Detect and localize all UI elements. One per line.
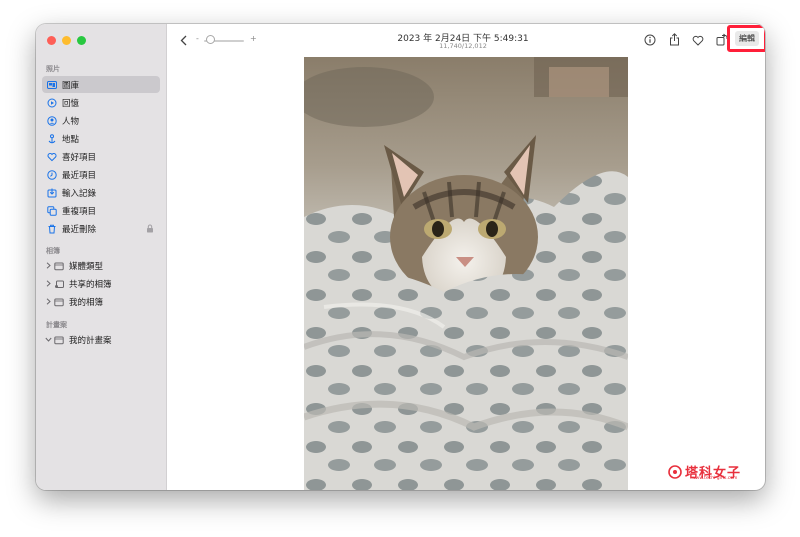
sidebar-item-recents[interactable]: 最近項目 bbox=[42, 166, 160, 183]
sidebar-item-media-types[interactable]: 媒體類型 bbox=[42, 257, 160, 274]
sidebar-item-library[interactable]: 圖庫 bbox=[42, 76, 160, 93]
chevron-right-icon[interactable] bbox=[44, 261, 52, 271]
sidebar-item-recently-deleted[interactable]: 最近刪除 bbox=[42, 220, 160, 237]
people-icon bbox=[47, 115, 57, 126]
folder-icon bbox=[54, 297, 64, 307]
sidebar-item-label: 我的相簿 bbox=[69, 297, 104, 308]
sidebar-item-shared-albums[interactable]: 共享的相簿 bbox=[42, 275, 160, 292]
photos-window: 照片 圖庫 回憶 人物 地點 喜好項目 最近項目 輸入記錄 重複項目 最近刪除 … bbox=[36, 24, 765, 490]
library-icon bbox=[47, 80, 57, 90]
info-icon bbox=[644, 34, 656, 46]
sidebar-item-label: 重複項目 bbox=[62, 206, 97, 217]
watermark-url: www.techi-girls.com bbox=[692, 476, 738, 481]
heart-icon bbox=[47, 152, 57, 162]
sidebar-item-label: 共享的相簿 bbox=[69, 279, 112, 290]
toolbar: - + 2023 年 2月24日 下午 5:49:31 11,740/12,01… bbox=[167, 24, 765, 56]
folder-icon bbox=[54, 261, 64, 271]
sidebar-item-label: 回憶 bbox=[62, 98, 80, 109]
edit-button-label[interactable]: 編輯 bbox=[735, 31, 759, 46]
section-label-photos: 照片 bbox=[46, 65, 60, 73]
sidebar: 照片 圖庫 回憶 人物 地點 喜好項目 最近項目 輸入記錄 重複項目 最近刪除 … bbox=[36, 24, 167, 490]
duplicates-icon bbox=[47, 205, 57, 216]
info-button[interactable] bbox=[644, 34, 656, 46]
section-label-albums: 相簿 bbox=[46, 247, 60, 255]
sidebar-item-people[interactable]: 人物 bbox=[42, 112, 160, 129]
memories-icon bbox=[47, 98, 57, 108]
sidebar-item-label: 最近刪除 bbox=[62, 224, 97, 235]
photo-viewer[interactable] bbox=[304, 57, 628, 490]
sidebar-item-label: 媒體類型 bbox=[69, 261, 104, 272]
places-icon bbox=[47, 133, 57, 144]
watermark-logo-icon bbox=[668, 464, 682, 479]
share-icon bbox=[669, 33, 679, 46]
minimize-window-button[interactable] bbox=[62, 36, 71, 45]
close-window-button[interactable] bbox=[47, 36, 56, 45]
heart-icon bbox=[692, 35, 704, 46]
chevron-right-icon[interactable] bbox=[44, 297, 52, 307]
shared-album-icon bbox=[54, 279, 64, 289]
clock-icon bbox=[47, 169, 57, 180]
chevron-down-icon[interactable] bbox=[44, 335, 52, 345]
window-controls bbox=[47, 36, 86, 45]
sidebar-item-memories[interactable]: 回憶 bbox=[42, 94, 160, 111]
sidebar-item-label: 我的計畫案 bbox=[69, 335, 112, 346]
sidebar-item-label: 人物 bbox=[62, 116, 80, 127]
sidebar-item-label: 圖庫 bbox=[62, 80, 80, 91]
folder-icon bbox=[54, 335, 64, 345]
share-button[interactable] bbox=[668, 33, 680, 46]
chevron-right-icon[interactable] bbox=[44, 279, 52, 289]
section-label-projects: 計畫案 bbox=[46, 321, 67, 329]
cat-photo bbox=[304, 57, 628, 490]
sidebar-item-my-albums[interactable]: 我的相簿 bbox=[42, 293, 160, 310]
edit-button-highlight[interactable]: 編輯 bbox=[727, 25, 765, 52]
zoom-window-button[interactable] bbox=[77, 36, 86, 45]
sidebar-item-label: 最近項目 bbox=[62, 170, 97, 181]
sidebar-item-label: 輸入記錄 bbox=[62, 188, 97, 199]
lock-icon bbox=[147, 224, 153, 233]
import-icon bbox=[47, 188, 57, 198]
sidebar-item-label: 喜好項目 bbox=[62, 152, 97, 163]
sidebar-item-label: 地點 bbox=[62, 134, 80, 145]
trash-icon bbox=[47, 224, 57, 234]
sidebar-item-imports[interactable]: 輸入記錄 bbox=[42, 184, 160, 201]
sidebar-item-duplicates[interactable]: 重複項目 bbox=[42, 202, 160, 219]
sidebar-item-places[interactable]: 地點 bbox=[42, 130, 160, 147]
sidebar-item-favorites[interactable]: 喜好項目 bbox=[42, 148, 160, 165]
favorite-button[interactable] bbox=[692, 34, 704, 46]
sidebar-item-my-projects[interactable]: 我的計畫案 bbox=[42, 331, 160, 348]
